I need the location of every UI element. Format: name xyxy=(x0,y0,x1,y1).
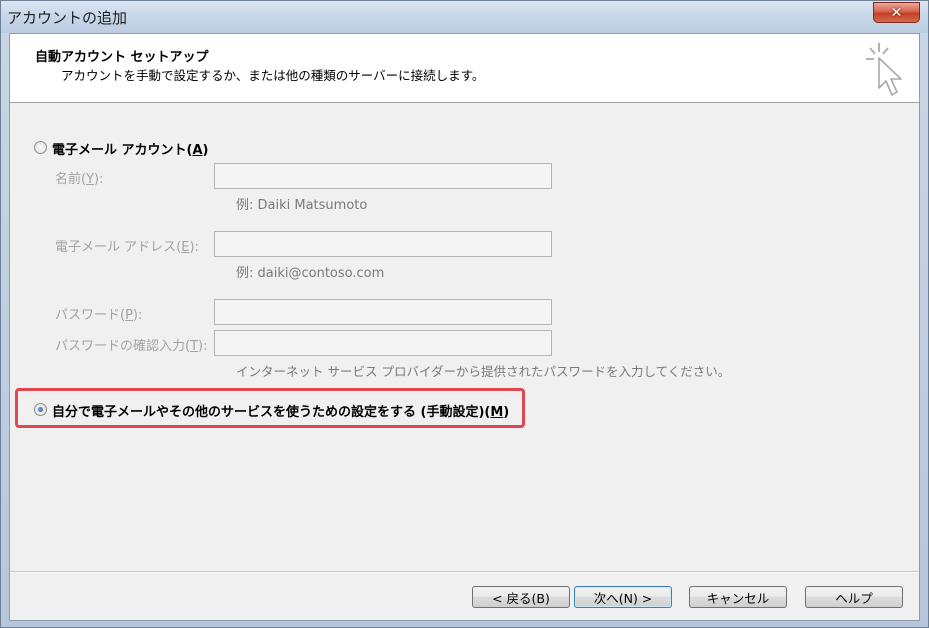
manual-setup-option-label[interactable]: 自分で電子メールやその他のサービスを使うための設定をする (手動設定)(M) xyxy=(52,401,509,420)
email-address-input[interactable] xyxy=(214,231,552,257)
email-account-radio[interactable] xyxy=(34,141,47,154)
password-confirm-input[interactable] xyxy=(214,330,552,356)
back-button[interactable]: < 戻る(B) xyxy=(472,586,570,608)
close-icon: ✕ xyxy=(890,4,903,21)
email-address-label: 電子メール アドレス(E): xyxy=(55,240,199,255)
footer-separator xyxy=(10,571,919,573)
name-input[interactable] xyxy=(214,163,552,189)
password-input[interactable] xyxy=(214,299,552,325)
password-hint: インターネット サービス プロバイダーから提供されたパスワードを入力してください… xyxy=(236,364,731,379)
wizard-header: 自動アカウント セットアップ アカウントを手動で設定するか、または他の種類のサー… xyxy=(10,34,919,103)
header-title: 自動アカウント セットアップ xyxy=(35,50,209,65)
password-confirm-label: パスワードの確認入力(T): xyxy=(55,339,208,354)
name-example: 例: Daiki Matsumoto xyxy=(236,198,368,213)
cancel-button[interactable]: キャンセル xyxy=(689,586,787,608)
title-bar[interactable]: アカウントの追加 ✕ xyxy=(1,1,928,33)
add-account-dialog: アカウントの追加 ✕ 自動アカウント セットアップ アカウントを手動で設定するか… xyxy=(0,0,929,628)
email-address-example: 例: daiki@contoso.com xyxy=(236,266,385,281)
close-button[interactable]: ✕ xyxy=(873,2,920,23)
password-label: パスワード(P): xyxy=(55,308,143,323)
next-button[interactable]: 次へ(N) > xyxy=(574,586,672,608)
manual-setup-radio[interactable] xyxy=(34,403,47,416)
help-button[interactable]: ヘルプ xyxy=(805,586,903,608)
name-label: 名前(Y): xyxy=(55,172,104,187)
wizard-cursor-icon xyxy=(866,43,902,96)
window-title: アカウントの追加 xyxy=(7,9,128,27)
email-account-option-label[interactable]: 電子メール アカウント(A) xyxy=(52,139,208,158)
dialog-body: 自動アカウント セットアップ アカウントを手動で設定するか、または他の種類のサー… xyxy=(9,33,920,621)
header-subtitle: アカウントを手動で設定するか、または他の種類のサーバーに接続します。 xyxy=(61,68,485,83)
